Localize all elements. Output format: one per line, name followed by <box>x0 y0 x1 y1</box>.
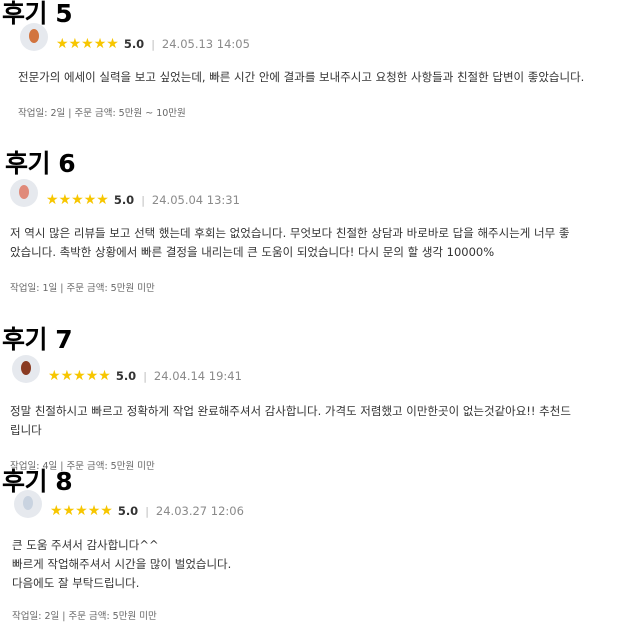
review-body: 정말 친절하시고 빠르고 정확하게 작업 완료해주셔서 감사합니다. 가격도 저… <box>10 402 571 440</box>
review-body-line: 전문가의 에세이 실력을 보고 싶었는데, 빠른 시간 안에 결과를 보내주시고… <box>18 70 585 84</box>
star-icon: ★ <box>60 368 74 384</box>
review-date: 24.03.27 12:06 <box>155 504 244 518</box>
review-meta: ★ ★ ★ ★ ★ 5.0 | 24.03.27 12:06 <box>14 490 244 521</box>
star-icon: ★ <box>83 192 97 208</box>
review-date: 24.05.04 13:31 <box>151 193 240 207</box>
star-icon: ★ <box>85 368 99 384</box>
rating-score: 5.0 <box>123 37 145 51</box>
star-icon: ★ <box>100 503 113 519</box>
divider: | <box>145 504 149 518</box>
star-icon: ★ <box>58 192 72 208</box>
star-icon: ★ <box>81 36 94 52</box>
rating-score: 5.0 <box>117 504 139 518</box>
star-icon: ★ <box>62 503 76 519</box>
reviewer-avatar <box>10 179 38 207</box>
review-meta: ★ ★ ★ ★ ★ 5.0 | 24.05.13 14:05 <box>20 23 250 54</box>
rating-score: 5.0 <box>115 369 137 383</box>
review-heading: 후기 8 <box>2 467 73 496</box>
review-body-line: 다음에도 잘 부탁드립니다. <box>12 576 140 590</box>
reviewer-avatar <box>12 355 40 383</box>
review-heading: 후기 6 <box>5 149 76 178</box>
review-footer: 작업일: 2일 | 주문 금액: 5만원 미만 <box>12 611 157 622</box>
star-icon: ★ <box>87 503 101 519</box>
review-body-line: 빠르게 작업해주셔서 시간을 많이 벌었습니다. <box>12 557 232 571</box>
review-body-line: 립니다 <box>10 423 42 437</box>
review-meta: ★ ★ ★ ★ ★ 5.0 | 24.04.14 19:41 <box>12 355 242 386</box>
divider: | <box>151 37 155 51</box>
review-body-line: 정말 친절하시고 빠르고 정확하게 작업 완료해주셔서 감사합니다. 가격도 저… <box>10 404 571 418</box>
review-date: 24.05.13 14:05 <box>161 37 250 51</box>
divider: | <box>141 193 145 207</box>
rating-score: 5.0 <box>113 193 135 207</box>
review-body: 전문가의 에세이 실력을 보고 싶었는데, 빠른 시간 안에 결과를 보내주시고… <box>18 68 584 87</box>
star-icon: ★ <box>106 36 119 52</box>
star-icon: ★ <box>71 192 84 208</box>
review-footer: 작업일: 1일 | 주문 금액: 5만원 미만 <box>10 283 155 294</box>
review-footer: 작업일: 2일 | 주문 금액: 5만원 ~ 10만원 <box>18 108 186 119</box>
review-heading: 후기 7 <box>2 325 73 354</box>
star-icon: ★ <box>48 368 61 384</box>
star-rating: ★ ★ ★ ★ ★ <box>46 193 109 207</box>
star-icon: ★ <box>93 36 107 52</box>
review-body-line: 았습니다. 촉박한 상황에서 빠른 결정을 내리는데 큰 도움이 되었습니다! … <box>10 245 495 259</box>
star-rating: ★ ★ ★ ★ ★ <box>48 369 111 383</box>
review-meta: ★ ★ ★ ★ ★ 5.0 | 24.05.04 13:31 <box>10 179 240 210</box>
star-icon: ★ <box>50 503 63 519</box>
review-date: 24.04.14 19:41 <box>153 369 242 383</box>
star-icon: ★ <box>96 192 109 208</box>
star-icon: ★ <box>56 36 69 52</box>
star-icon: ★ <box>75 503 88 519</box>
star-icon: ★ <box>98 368 111 384</box>
star-rating: ★ ★ ★ ★ ★ <box>50 504 113 518</box>
star-rating: ★ ★ ★ ★ ★ <box>56 37 119 51</box>
review-body: 저 역시 많은 리뷰들 보고 선택 했는데 후회는 없었습니다. 무엇보다 친절… <box>10 224 569 262</box>
star-icon: ★ <box>73 368 86 384</box>
star-icon: ★ <box>68 36 82 52</box>
star-icon: ★ <box>46 192 59 208</box>
divider: | <box>143 369 147 383</box>
review-body: 큰 도움 주셔서 감사합니다^^ 빠르게 작업해주셔서 시간을 많이 벌었습니다… <box>12 536 231 593</box>
review-heading: 후기 5 <box>2 0 73 28</box>
review-body-line: 저 역시 많은 리뷰들 보고 선택 했는데 후회는 없었습니다. 무엇보다 친절… <box>10 226 570 240</box>
review-body-line: 큰 도움 주셔서 감사합니다^^ <box>12 538 159 552</box>
